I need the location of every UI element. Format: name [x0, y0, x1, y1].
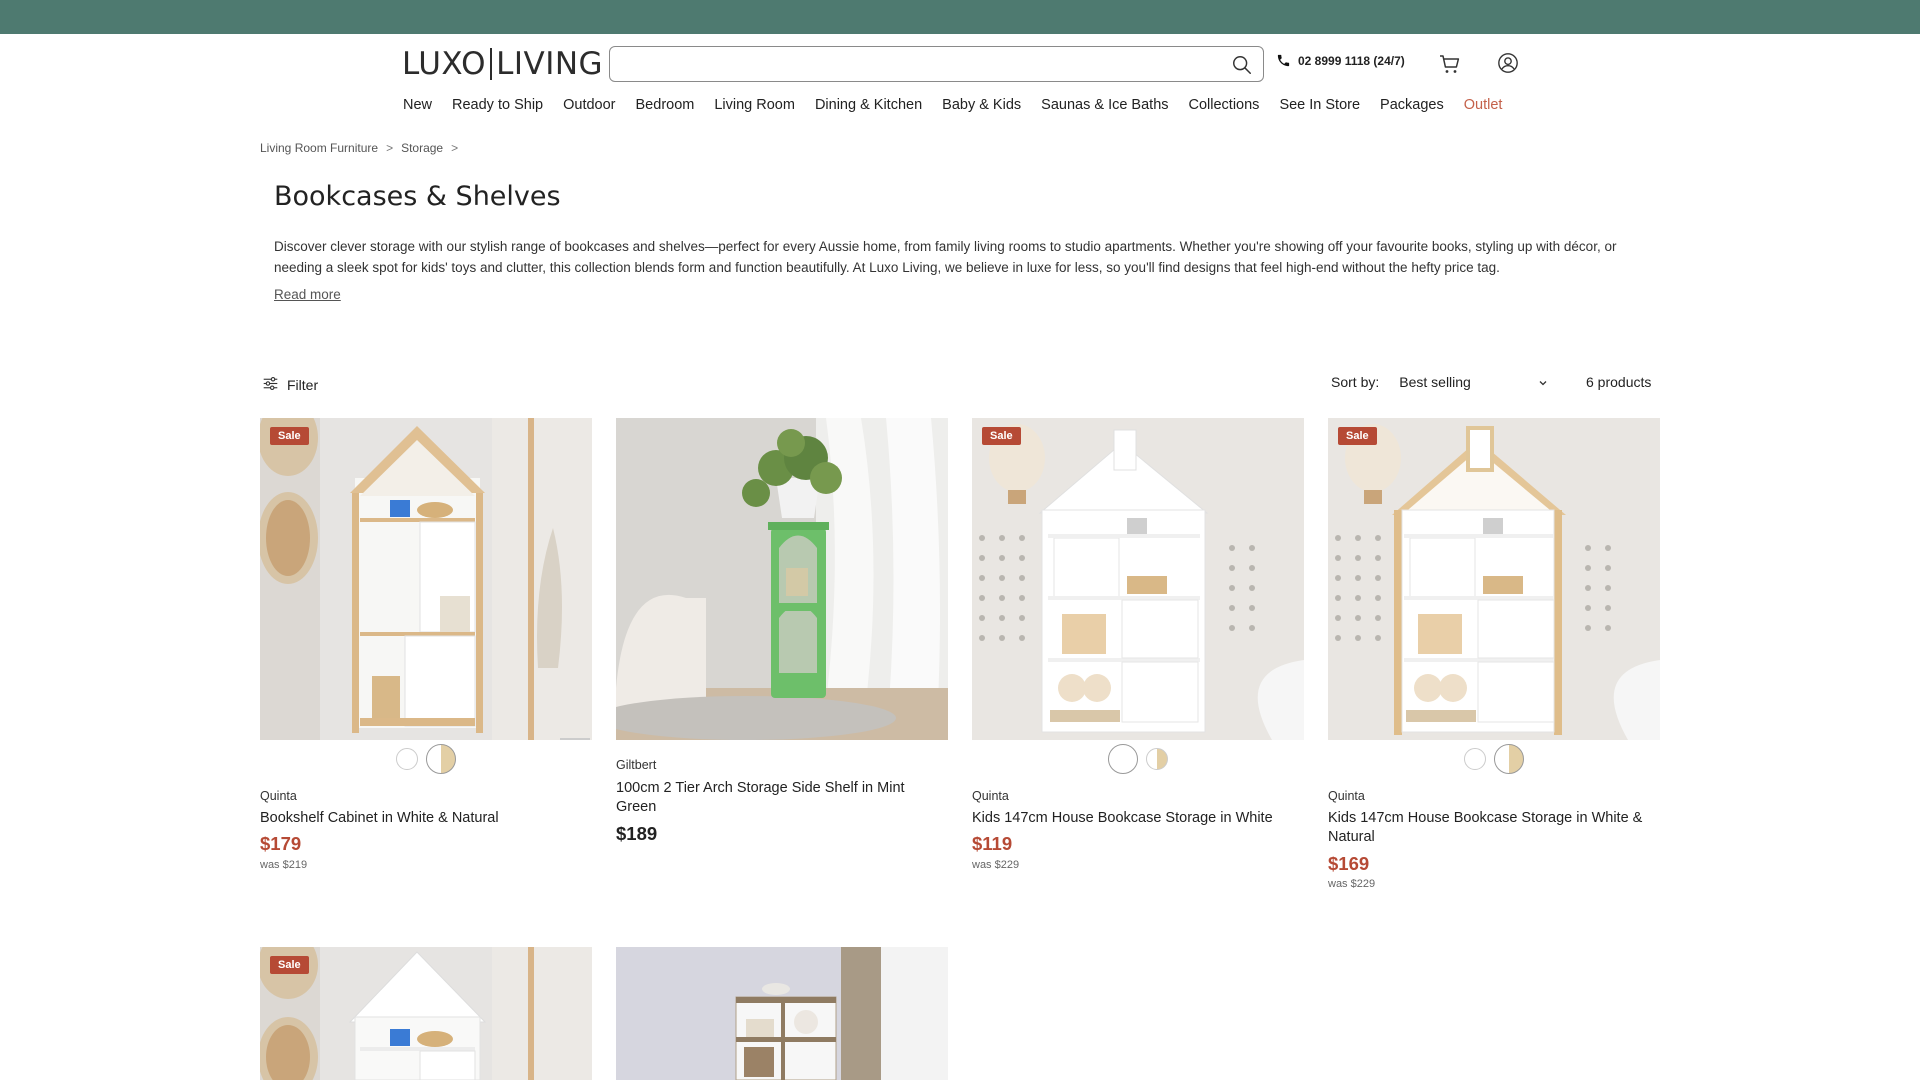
- sale-badge: Sale: [270, 427, 309, 445]
- product-image[interactable]: Sale: [260, 418, 592, 740]
- product-name[interactable]: Kids 147cm House Bookcase Storage in Whi…: [972, 809, 1304, 828]
- nav-item-new[interactable]: New: [403, 97, 432, 113]
- sale-badge: Sale: [982, 427, 1021, 445]
- product-was-price: was $229: [972, 859, 1020, 871]
- breadcrumb-living-room-furniture[interactable]: Living Room Furniture: [260, 141, 378, 155]
- sort-control: Sort by: Best selling: [1331, 374, 1549, 390]
- product-name[interactable]: Kids 147cm House Bookcase Storage in Whi…: [1328, 809, 1660, 847]
- filter-icon: [262, 375, 279, 395]
- product-brand: Giltbert: [616, 758, 657, 772]
- swatch-white-natural[interactable]: [1146, 748, 1168, 770]
- color-swatches: [260, 744, 592, 774]
- breadcrumb-separator: >: [451, 141, 459, 155]
- nav-item-living-room[interactable]: Living Room: [714, 97, 795, 113]
- product-image[interactable]: [616, 947, 948, 1080]
- product-image[interactable]: Sale: [260, 947, 592, 1080]
- filter-button[interactable]: Filter: [262, 375, 318, 395]
- product-price: $169: [1328, 853, 1370, 874]
- filter-label: Filter: [287, 377, 319, 393]
- color-swatches: [1328, 744, 1660, 774]
- product-name[interactable]: 100cm 2 Tier Arch Storage Side Shelf in …: [616, 779, 948, 817]
- product-image[interactable]: Sale: [972, 418, 1304, 740]
- site-logo[interactable]: LUXO LIVING: [402, 45, 603, 83]
- nav-item-see-in-store[interactable]: See In Store: [1279, 97, 1360, 113]
- product-card[interactable]: Giltbert 100cm 2 Tier Arch Storage Side …: [616, 418, 948, 844]
- phone-link[interactable]: 02 8999 1118 (24/7): [1276, 53, 1405, 68]
- read-more-link[interactable]: Read more: [274, 287, 341, 302]
- swatch-white[interactable]: [396, 748, 418, 770]
- nav-item-baby-kids[interactable]: Baby & Kids: [942, 97, 1021, 113]
- nav-item-dining-kitchen[interactable]: Dining & Kitchen: [815, 97, 922, 113]
- collection-description: Discover clever storage with our stylish…: [274, 239, 1617, 275]
- product-brand: Quinta: [972, 789, 1009, 803]
- logo-divider: [490, 48, 493, 80]
- search-bar: [609, 46, 1264, 82]
- breadcrumb: Living Room Furniture > Storage >: [260, 141, 458, 155]
- nav-item-collections[interactable]: Collections: [1189, 97, 1260, 113]
- search-icon[interactable]: [1231, 54, 1253, 76]
- phone-icon: [1276, 53, 1291, 68]
- sort-label: Sort by:: [1331, 374, 1380, 390]
- product-image[interactable]: [616, 418, 948, 740]
- logo-text-left: LUXO: [402, 46, 487, 82]
- sale-badge: Sale: [270, 956, 309, 974]
- product-card[interactable]: Sale Quinta Kids 147cm House Bookcase St…: [972, 418, 1304, 871]
- cart-icon[interactable]: [1438, 52, 1462, 76]
- main-nav: New Ready to Ship Outdoor Bedroom Living…: [403, 97, 1522, 113]
- sort-select[interactable]: Best selling: [1399, 374, 1549, 390]
- breadcrumb-separator: >: [386, 141, 394, 155]
- product-was-price: was $229: [1328, 878, 1376, 890]
- product-card[interactable]: Sale: [260, 947, 592, 1080]
- product-count: 6 products: [1586, 374, 1652, 390]
- swatch-white-natural[interactable]: [426, 744, 456, 774]
- nav-item-packages[interactable]: Packages: [1380, 97, 1444, 113]
- color-swatches: [972, 744, 1304, 774]
- product-price: $189: [616, 823, 658, 844]
- nav-item-saunas-ice-baths[interactable]: Saunas & Ice Baths: [1041, 97, 1168, 113]
- nav-item-outdoor[interactable]: Outdoor: [563, 97, 615, 113]
- swatch-white[interactable]: [1464, 748, 1486, 770]
- swatch-white[interactable]: [1108, 744, 1138, 774]
- breadcrumb-storage[interactable]: Storage: [401, 141, 443, 155]
- site-header: LUXO LIVING 02 8999 1118 (24/7) New Read…: [0, 34, 1920, 126]
- search-input[interactable]: [622, 54, 1212, 76]
- product-card[interactable]: Sale Quinta Bookshelf Cabinet in White &…: [260, 418, 592, 871]
- product-price: $119: [972, 833, 1013, 854]
- sort-value: Best selling: [1399, 374, 1471, 390]
- product-price: $179: [260, 833, 302, 854]
- product-brand: Quinta: [260, 789, 297, 803]
- product-card[interactable]: [616, 947, 948, 1080]
- sale-badge: Sale: [1338, 427, 1377, 445]
- logo-text-right: LIVING: [496, 46, 604, 82]
- product-name[interactable]: Bookshelf Cabinet in White & Natural: [260, 809, 592, 828]
- phone-number: 02 8999 1118 (24/7): [1298, 53, 1405, 68]
- nav-item-ready-to-ship[interactable]: Ready to Ship: [452, 97, 543, 113]
- nav-item-outlet[interactable]: Outlet: [1464, 97, 1503, 113]
- chevron-down-icon: [1537, 376, 1549, 388]
- account-icon[interactable]: [1497, 52, 1519, 74]
- product-was-price: was $219: [260, 859, 308, 871]
- product-brand: Quinta: [1328, 789, 1365, 803]
- announcement-bar: [0, 0, 1920, 34]
- swatch-white-natural[interactable]: [1494, 744, 1524, 774]
- product-card[interactable]: Sale Quinta Kids 147cm House Bookcase St…: [1328, 418, 1660, 890]
- product-image[interactable]: Sale: [1328, 418, 1660, 740]
- page-title: Bookcases & Shelves: [274, 181, 561, 212]
- nav-item-bedroom[interactable]: Bedroom: [636, 97, 695, 113]
